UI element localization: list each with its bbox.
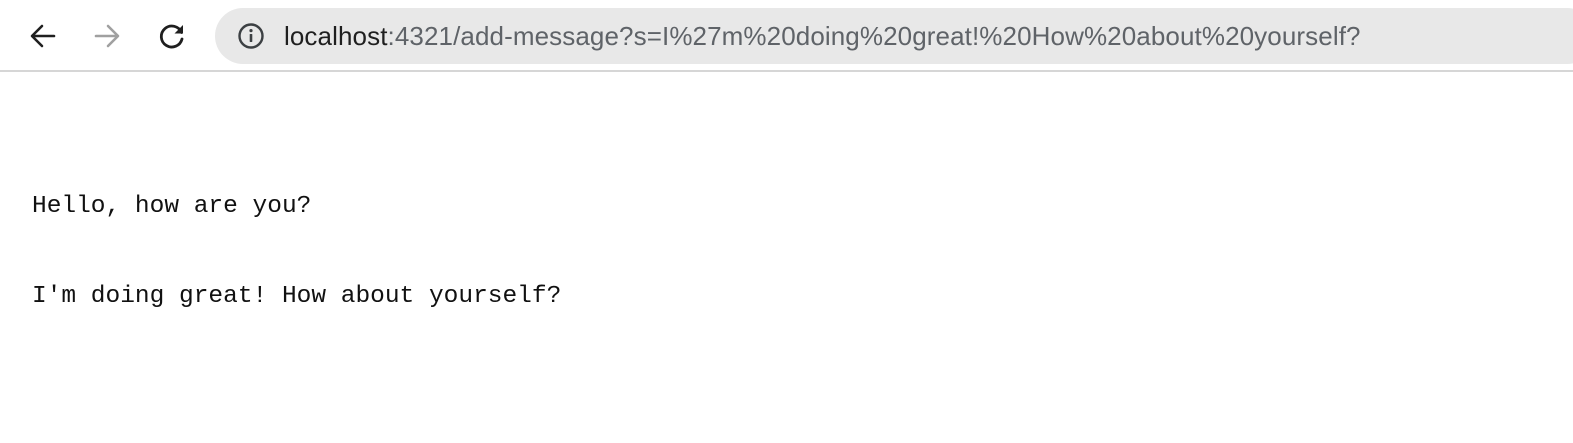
arrow-left-icon [30, 24, 56, 48]
reload-button[interactable] [152, 16, 192, 56]
page-content: Hello, how are you? I'm doing great! How… [32, 132, 561, 342]
arrow-right-icon [94, 24, 120, 48]
reload-icon [159, 24, 184, 49]
browser-toolbar: localhost:4321/add-message?s=I%27m%20doi… [0, 0, 1573, 72]
url-text[interactable]: localhost:4321/add-message?s=I%27m%20doi… [284, 21, 1361, 51]
back-button[interactable] [23, 16, 63, 56]
forward-button[interactable] [87, 16, 127, 56]
message-line-2: I'm doing great! How about yourself? [32, 283, 562, 310]
message-line-1: Hello, how are you? [32, 193, 312, 220]
address-bar[interactable]: localhost:4321/add-message?s=I%27m%20doi… [215, 8, 1573, 64]
url-path: :4321/add-message?s=I%27m%20doing%20grea… [387, 21, 1361, 51]
info-icon[interactable] [237, 22, 265, 50]
url-host: localhost [284, 21, 388, 51]
